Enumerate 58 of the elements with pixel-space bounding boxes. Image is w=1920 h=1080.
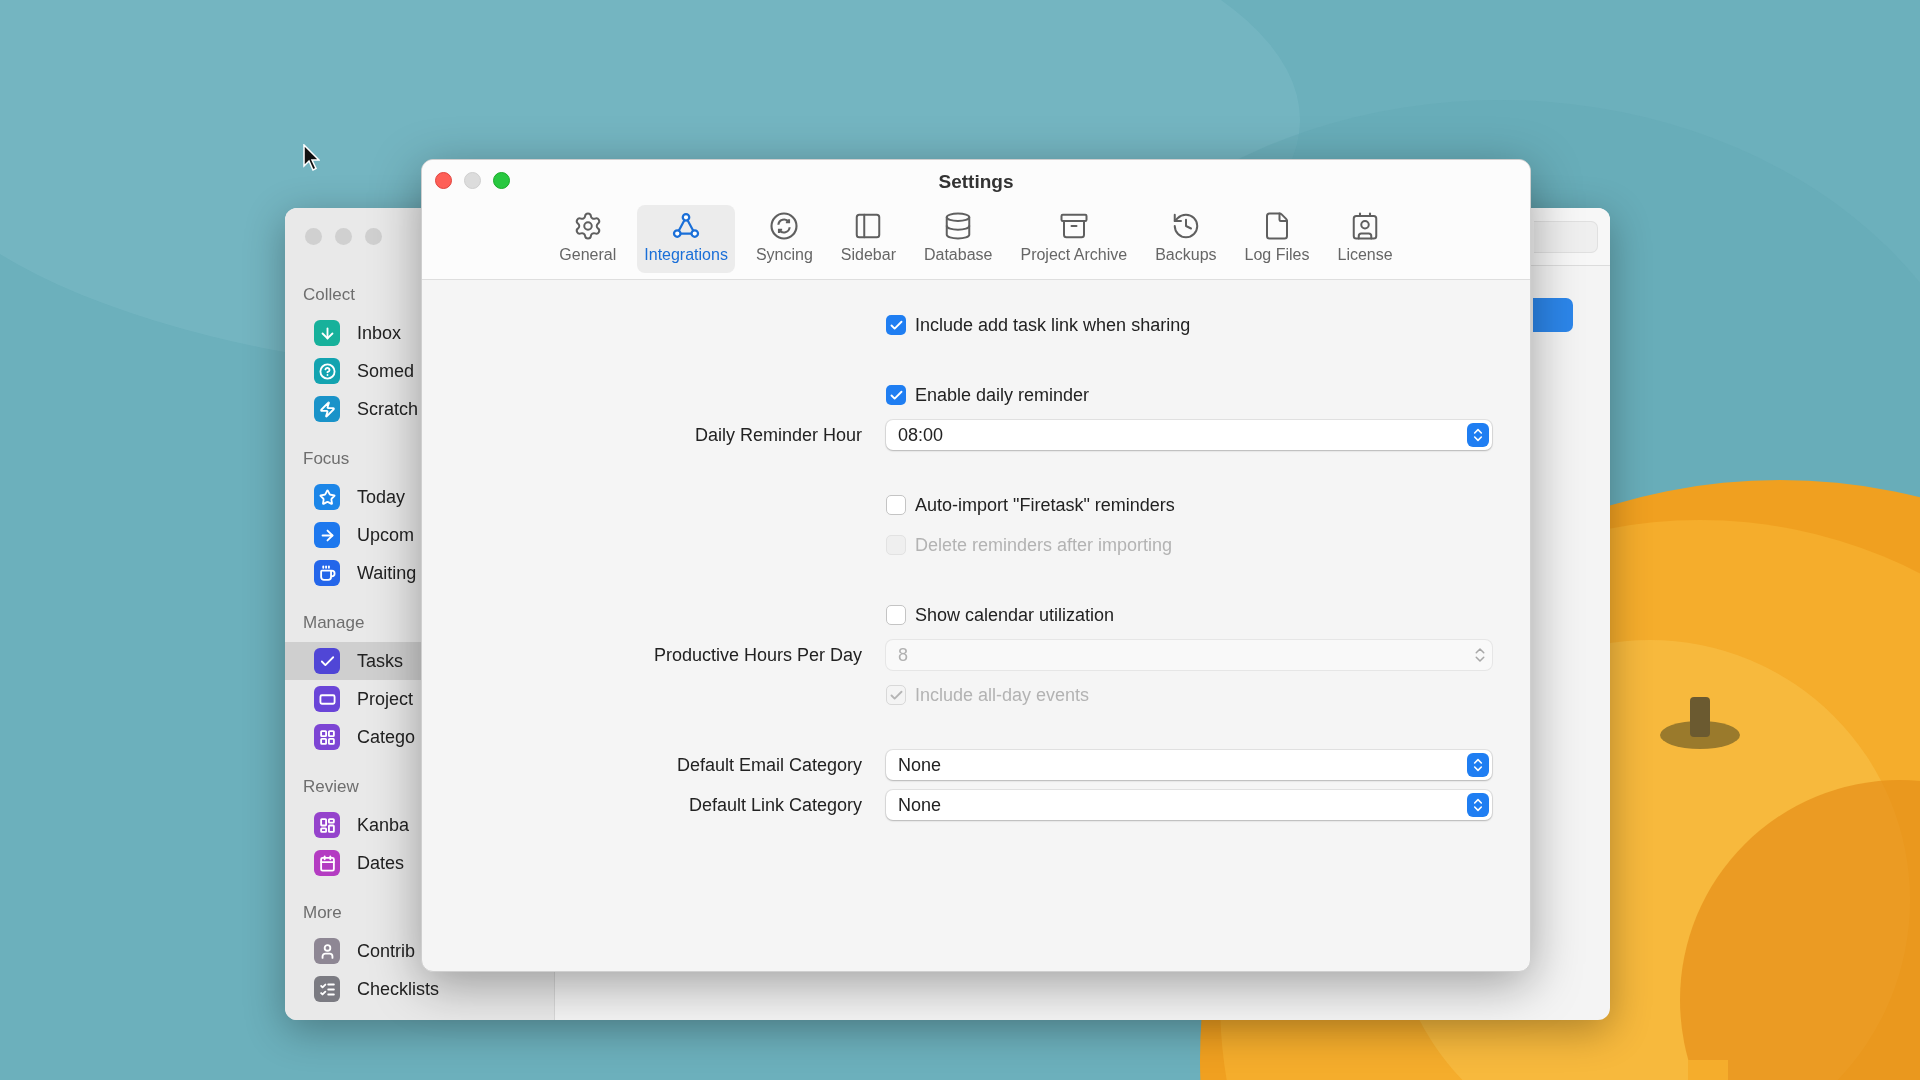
settings-tab[interactable]: Syncing	[748, 204, 820, 273]
zoom-window-button[interactable]	[365, 228, 382, 245]
settings-tab[interactable]: Backups	[1148, 204, 1224, 273]
checkbox-label: Include add task link when sharing	[915, 313, 1191, 337]
sidebar-item[interactable]: Tasks	[285, 642, 421, 680]
window-title: Settings	[938, 170, 1014, 194]
sidebar-item[interactable]: Waiting	[285, 554, 421, 592]
sidebar-item[interactable]: Scratch	[285, 390, 421, 428]
up-down-arrows-icon	[1467, 423, 1489, 447]
settings-tab[interactable]: Sidebar	[833, 204, 903, 273]
sidebar-item[interactable]: Project	[285, 680, 421, 718]
minimize-window-button[interactable]	[464, 172, 481, 189]
sidebar-item[interactable]: Dates	[285, 844, 421, 882]
field-label: Default Link Category	[688, 793, 862, 817]
sidebar-section-title: Focus	[303, 448, 350, 471]
up-down-arrows-icon	[1467, 793, 1489, 817]
sidebar-section-title: Manage	[303, 612, 365, 635]
sidebar-item[interactable]: Catego	[285, 718, 421, 756]
settings-tab[interactable]: License	[1330, 204, 1400, 273]
checkbox-label: Include all-day events	[915, 683, 1090, 707]
field-label: Productive Hours Per Day	[653, 643, 862, 667]
dropdown-select[interactable]: None	[886, 790, 1492, 820]
sidebar-item[interactable]: Somed	[285, 352, 421, 390]
field-label: Default Email Category	[676, 753, 862, 777]
checkbox-label: Delete reminders after importing	[915, 533, 1173, 557]
checkbox-label: Enable daily reminder	[915, 383, 1090, 407]
add-button[interactable]	[1533, 298, 1573, 332]
sync-icon	[769, 210, 800, 241]
settings-tab[interactable]: General	[552, 204, 624, 273]
close-window-button[interactable]	[435, 172, 452, 189]
cursor-icon	[303, 144, 320, 172]
settings-tab[interactable]: Integrations	[637, 204, 735, 273]
zoom-window-button[interactable]	[493, 172, 510, 189]
search-field[interactable]	[1534, 220, 1598, 253]
checkbox[interactable]	[886, 605, 906, 625]
sidebar-item[interactable]: Today	[285, 478, 421, 516]
up-down-arrows-icon	[1467, 753, 1489, 777]
checkbox[interactable]	[886, 315, 906, 335]
dropdown-select[interactable]: 08:00	[886, 420, 1492, 450]
dropdown-select[interactable]: None	[886, 750, 1492, 780]
minimize-window-button[interactable]	[335, 228, 352, 245]
settings-tab[interactable]: Project Archive	[1013, 204, 1135, 273]
checkbox[interactable]	[886, 495, 906, 515]
sidebar-section-title: More	[303, 902, 342, 925]
sidebar-section-title: Collect	[303, 284, 355, 307]
sidebar-item[interactable]: Inbox	[285, 314, 421, 352]
settings-tab[interactable]: Database	[916, 204, 1000, 273]
field-label: Daily Reminder Hour	[694, 423, 862, 447]
checkbox-label: Show calendar utilization	[915, 603, 1115, 627]
checkbox-label: Auto-import "Firetask" reminders	[915, 493, 1175, 517]
sidebar-item[interactable]: Kanba	[285, 806, 421, 844]
sidebar-item[interactable]: Checklists	[285, 970, 440, 1008]
sidebar-section-title: Review	[303, 776, 359, 799]
sidebar-item[interactable]: Contrib	[285, 932, 421, 970]
checkbox[interactable]	[886, 385, 906, 405]
sidebar-item[interactable]: Upcom	[285, 516, 421, 554]
nodes-icon	[671, 210, 702, 241]
settings-tab[interactable]: Log Files	[1237, 204, 1317, 273]
